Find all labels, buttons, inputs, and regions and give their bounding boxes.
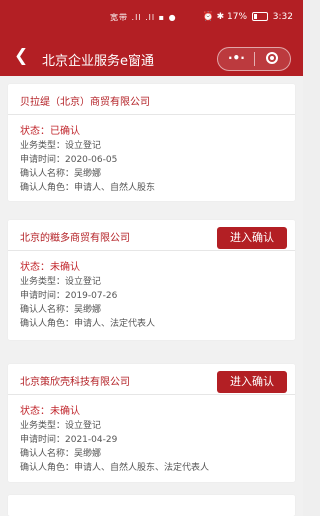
status-text: 状态：未确认 [20,406,80,417]
signal-icons: 宽带 .ll .ll ▪ ● [110,13,177,22]
card-header: 北京的糍多商贸有限公司 进入确认 [8,220,295,251]
capsule-divider [254,52,255,66]
company-name: 北京的糍多商贸有限公司 [20,233,130,244]
card-header: 北京策欣壳科技有限公司 进入确认 [8,364,295,395]
card-details: 状态：未确认 业务类型：设立登记 申请时间：2019-07-26 确认人名称：吴… [8,251,295,341]
status-text: 状态：已确认 [20,126,80,137]
top-navigation: ❮ 北京企业服务e窗通 ·•· [0,40,303,76]
app-screen: 宽带 .ll .ll ▪ ● ⏰ ✱ 17% 3:32 ❮ 北京企业服务e窗通 … [0,0,303,516]
more-icon[interactable]: ·•· [228,51,245,65]
apply-time: 申请时间：2021-04-29 [20,435,118,445]
company-card-3: 北京策欣壳科技有限公司 进入确认 状态：未确认 业务类型：设立登记 申请时间：2… [8,364,295,482]
confirm-person: 确认人名称：吴缈娜 [20,449,102,459]
business-type: 业务类型：设立登记 [20,421,102,431]
battery-icon [251,12,268,21]
business-type: 业务类型：设立登记 [20,141,102,151]
apply-time: 申请时间：2020-06-05 [20,155,118,165]
confirm-role: 确认人角色：申请人、自然人股东 [20,183,156,193]
confirm-role: 确认人角色：申请人、法定代表人 [20,319,156,329]
status-bar: 宽带 .ll .ll ▪ ● ⏰ ✱ 17% 3:32 [0,0,303,40]
enter-confirm-button[interactable]: 进入确认 [217,371,287,393]
company-card-1: 贝拉缇（北京）商贸有限公司 状态：已确认 业务类型：设立登记 申请时间：2020… [8,84,295,201]
card-details: 状态：已确认 业务类型：设立登记 申请时间：2020-06-05 确认人名称：吴… [8,115,295,205]
card-details: 状态：未确认 业务类型：设立登记 申请时间：2021-04-29 确认人名称：吴… [8,395,295,485]
card-header: 贝拉缇（北京）商贸有限公司 [8,84,295,115]
confirm-person: 确认人名称：吴缈娜 [20,305,102,315]
confirm-role: 确认人角色：申请人、自然人股东、法定代表人 [20,463,210,473]
status-icons: ⏰ ✱ 17% [202,12,248,22]
apply-time: 申请时间：2019-07-26 [20,291,118,301]
business-type: 业务类型：设立登记 [20,277,102,287]
status-right: ⏰ ✱ 17% 3:32 [203,12,293,22]
company-name: 北京策欣壳科技有限公司 [20,377,130,388]
page-title: 北京企业服务e窗通 [42,54,154,69]
company-name: 贝拉缇（北京）商贸有限公司 [20,97,150,108]
status-text: 状态：未确认 [20,262,80,273]
confirm-person: 确认人名称：吴缈娜 [20,169,102,179]
clock-text: 3:32 [272,12,293,22]
partial-card [8,495,295,516]
company-card-2: 北京的糍多商贸有限公司 进入确认 状态：未确认 业务类型：设立登记 申请时间：2… [8,220,295,340]
back-icon[interactable]: ❮ [14,46,28,66]
mini-program-capsule[interactable]: ·•· [217,47,291,71]
close-target-icon[interactable] [266,52,278,64]
enter-confirm-button[interactable]: 进入确认 [217,227,287,249]
